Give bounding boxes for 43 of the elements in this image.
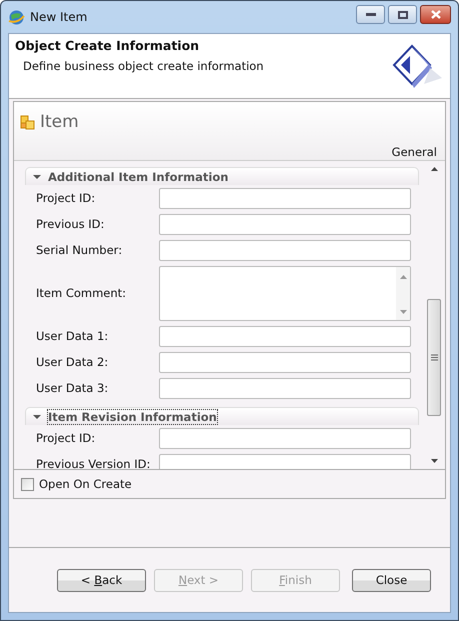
checkbox[interactable] [21,478,34,490]
field-label: Previous Version ID: [36,457,152,469]
general-tab[interactable]: General [390,145,439,159]
field-label: Serial Number: [36,243,124,257]
field-label: Item Comment: [36,286,128,300]
section-header[interactable]: Item Revision Information [25,407,419,425]
scroll-down-icon [400,310,406,314]
field-label: Project ID: [36,431,96,445]
maximize-button[interactable] [388,5,417,24]
dialog-button[interactable]: Close [352,568,431,592]
field-label: Previous ID: [36,217,106,231]
input-field[interactable] [159,378,411,398]
input-field[interactable] [159,428,411,448]
close-icon [430,10,440,19]
text-area[interactable] [159,266,411,320]
field-label: Project ID: [36,191,96,205]
input-field[interactable] [159,352,411,372]
cubes-icon [20,114,36,130]
grip-icon [430,354,438,361]
scroll-up-icon [400,274,406,278]
field-label: User Data 1: [36,329,110,343]
form-title: Item [40,112,79,132]
checkbox-label: Open On Create [39,477,132,491]
page-title: Object Create Information [15,38,200,53]
input-field[interactable] [159,214,411,234]
maximize-icon [398,10,408,18]
input-field[interactable] [159,240,411,260]
dialog-button[interactable]: < Back [57,568,146,592]
scroll-down-icon [430,459,438,463]
field-label: User Data 2: [36,355,110,369]
close-button[interactable] [420,5,451,24]
input-field[interactable] [159,188,411,208]
window-title: New Item [30,10,88,24]
minimize-button[interactable] [356,5,385,24]
scroll-up-icon [430,167,438,171]
globe-icon [8,8,25,26]
input-field[interactable] [159,326,411,346]
section-header[interactable]: Additional Item Information [25,167,419,185]
page-description: Define business object create information [23,59,265,73]
input-field[interactable] [159,454,411,469]
diamond-icon [390,44,442,88]
field-label: User Data 3: [36,381,110,395]
minimize-icon [366,12,376,16]
